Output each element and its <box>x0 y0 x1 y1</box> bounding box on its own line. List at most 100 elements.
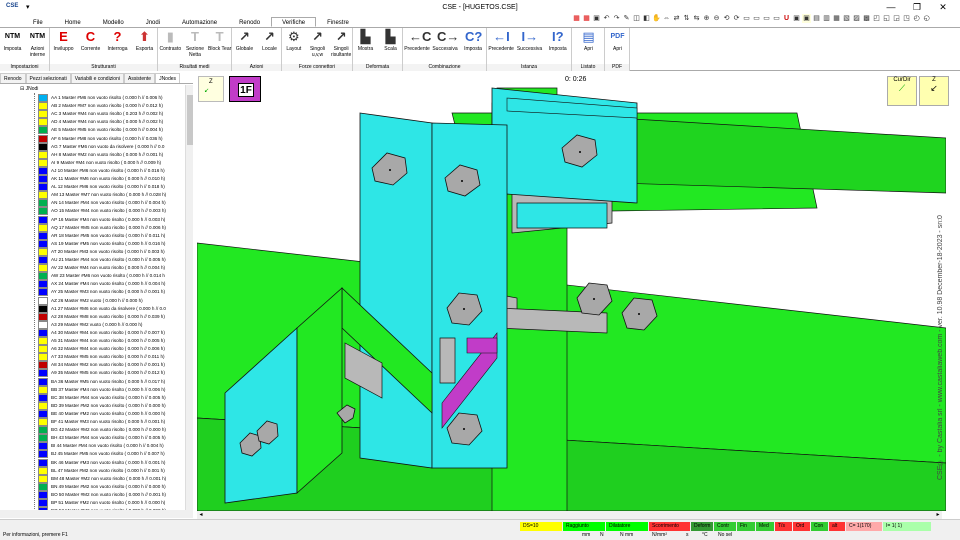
ribbon-button[interactable]: T Block Tear <box>207 29 232 52</box>
left-tab[interactable]: Renodo <box>0 73 26 83</box>
ribbon-button[interactable]: ←C Precedente <box>403 29 431 52</box>
tab-home[interactable]: Home <box>54 17 92 27</box>
scroll-left-icon[interactable]: ◂ <box>197 511 205 519</box>
tree-item[interactable]: A6 32 Master #M4 non vuoto risolto ( 0.0… <box>38 345 185 354</box>
status-cell[interactable]: DS=10 <box>520 522 562 531</box>
tree-item[interactable]: A5 31 Master #M4 non vuoto risolto ( 0.0… <box>38 337 185 346</box>
status-cell[interactable]: T/s <box>775 522 792 531</box>
status-cell[interactable]: Med <box>756 522 774 531</box>
left-tab[interactable]: JNodes <box>155 73 181 83</box>
ribbon-button[interactable]: C→ Successiva <box>431 29 459 52</box>
tree-item[interactable]: AM 13 Master #M7 non vuoto risolto ( 0.0… <box>38 191 185 200</box>
status-cell[interactable]: Raggiunto <box>563 522 605 531</box>
ribbon-button[interactable]: T Sezione Netta <box>183 29 208 58</box>
ribbon-button[interactable]: ▙ Mostra <box>353 29 378 52</box>
status-cell[interactable]: Dilatatore <box>606 522 648 531</box>
tree-item[interactable]: AA 1 Master #M6 non vuoto risolto ( 0.00… <box>38 94 185 103</box>
tree-item[interactable]: BK 46 Master #M3 non vuoto risolto ( 0.0… <box>38 458 185 467</box>
tree-item[interactable]: BF 41 Master #M3 non vuoto risolto ( 0.0… <box>38 418 185 427</box>
ribbon-button[interactable]: NTM Imposta <box>0 29 25 52</box>
3d-viewport[interactable] <box>197 73 946 511</box>
tree-item[interactable]: BJ 45 Master #M5 non vuoto risolto ( 0.0… <box>38 450 185 459</box>
tree-item[interactable]: BN 49 Master #M2 non vuoto risolto ( 0.0… <box>38 482 185 491</box>
tree-item[interactable]: A2 28 Master #M8 non vuoto risolto ( 0.0… <box>38 312 185 321</box>
tree-item[interactable]: AB 2 Master #M7 non vuoto risolto ( 0.00… <box>38 102 185 111</box>
tab-automazione[interactable]: Automazione <box>171 17 228 27</box>
tab-modello[interactable]: Modello <box>92 17 135 27</box>
tree-item[interactable]: AO 15 Master #M4 non vuoto risolto ( 0.0… <box>38 207 185 216</box>
tree-item[interactable]: AF 6 Master #M8 non vuoto risolto ( 0.00… <box>38 134 185 143</box>
tree-item[interactable]: AI 9 Master #M4 non vuoto risolto ( 0.00… <box>38 158 185 167</box>
tree-item[interactable]: AX 24 Master #M4 non vuoto risolto ( 0.0… <box>38 280 185 289</box>
tree-item[interactable]: A9 35 Master #M5 non vuoto risolto ( 0.0… <box>38 369 185 378</box>
tree-item[interactable]: A7 33 Master #M5 non vuoto risolto ( 0.0… <box>38 353 185 362</box>
ribbon-button[interactable]: I? Imposta <box>544 29 572 52</box>
left-tab[interactable]: Assistente <box>123 73 156 83</box>
ribbon-button[interactable]: PDF Apri <box>605 29 630 52</box>
left-tab[interactable]: Variabili e condizioni <box>70 73 124 83</box>
tree-item[interactable]: AG 7 Master #M6 non vuoto da risolvere (… <box>38 142 185 151</box>
tree-item[interactable]: AU 21 Master #M4 non vuoto risolto ( 0.0… <box>38 256 185 265</box>
status-cell[interactable]: C= 1(170) <box>846 522 882 531</box>
tree-item[interactable]: AS 19 Master #M5 non vuoto risolto ( 0.0… <box>38 239 185 248</box>
tree-item[interactable]: AZ 26 Master #M2 vuoto ( 0.000 h // 0.00… <box>38 296 185 305</box>
tree-item[interactable]: A4 30 Master #M4 non vuoto risolto ( 0.0… <box>38 328 185 337</box>
tab-renodo[interactable]: Renodo <box>228 17 271 27</box>
scroll-thumb[interactable] <box>187 95 193 145</box>
tree-item[interactable]: AC 3 Master #M4 non vuoto risolto ( 0.20… <box>38 110 185 119</box>
status-cell[interactable]: Fin <box>737 522 755 531</box>
tree-item[interactable]: AP 16 Master #M4 non vuoto risolto ( 0.0… <box>38 215 185 224</box>
jnodes-tree[interactable]: ⊟ JNodi AA 1 Master #M6 non vuoto risolt… <box>0 85 185 510</box>
tree-item[interactable]: BD 39 Master #M2 non vuoto risolto ( 0.0… <box>38 401 185 410</box>
ribbon-button[interactable]: E Inviluppo <box>50 29 77 52</box>
tree-item[interactable]: BP 51 Master #M2 non vuoto risolto ( 0.0… <box>38 499 185 508</box>
tree-item[interactable]: AK 11 Master #M6 non vuoto risolto ( 0.0… <box>38 175 185 184</box>
tree-item[interactable]: AL 12 Master #M6 non vuoto risolto ( 0.0… <box>38 183 185 192</box>
tab-finestre[interactable]: Finestre <box>316 17 360 27</box>
ribbon-button[interactable]: ↗ Singoli u,v,w <box>306 29 330 58</box>
ribbon-button[interactable]: ▮ Contrasto <box>158 29 183 52</box>
tree-item[interactable]: BL 47 Master #M2 non vuoto risolto ( 0.0… <box>38 466 185 475</box>
z-indicator[interactable]: Z ↙ <box>919 76 949 106</box>
tab-file[interactable]: File <box>22 17 54 27</box>
curdir-indicator[interactable]: CurDir ⟋ <box>887 76 917 106</box>
close-button[interactable]: ✕ <box>932 2 954 13</box>
ribbon-button[interactable]: I→ Successiva <box>515 29 543 52</box>
ribbon-button[interactable]: ? Interroga <box>104 29 131 52</box>
tree-item[interactable]: BC 38 Master #M4 non vuoto risolto ( 0.0… <box>38 393 185 402</box>
ribbon-button[interactable]: C Corrente <box>77 29 104 52</box>
status-cell[interactable]: Scorrimento <box>649 522 690 531</box>
tree-root[interactable]: ⊟ JNodi <box>20 86 38 92</box>
minimize-button[interactable]: — <box>880 2 902 12</box>
tree-item[interactable]: AQ 17 Master #M5 non vuoto risolto ( 0.0… <box>38 223 185 232</box>
status-cell[interactable]: Ord <box>793 522 810 531</box>
tree-item[interactable]: A8 34 Master #M2 non vuoto risolto ( 0.0… <box>38 361 185 370</box>
status-cell[interactable]: I= 1( 1) <box>883 522 931 531</box>
tree-item[interactable]: AV 22 Master #M4 non vuoto risolto ( 0.0… <box>38 264 185 273</box>
tree-item[interactable]: AD 4 Master #M4 non vuoto risolto ( 0.00… <box>38 118 185 127</box>
tree-item[interactable]: BM 48 Master #M2 non vuoto risolto ( 0.0… <box>38 474 185 483</box>
left-tab[interactable]: Pezzi selezionati <box>25 73 71 83</box>
viewport-hscrollbar[interactable]: ◂ ▸ <box>197 511 942 519</box>
tree-item[interactable]: A1 27 Master #M6 non vuoto da risolvere … <box>38 304 185 313</box>
tree-item[interactable]: BO 50 Master #M2 non vuoto risolto ( 0.0… <box>38 490 185 499</box>
tree-item[interactable]: AW 23 Master #M6 non vuoto risolto ( 0.0… <box>38 272 185 281</box>
ribbon-button[interactable]: ▤ Apri <box>572 29 605 52</box>
ribbon-button[interactable]: NTM Azioni interne <box>25 29 50 58</box>
tree-item[interactable]: BA 36 Master #M5 non vuoto risolto ( 0.0… <box>38 377 185 386</box>
tree-item[interactable]: BE 40 Master #M2 non vuoto risolto ( 0.0… <box>38 409 185 418</box>
tree-item[interactable]: BG 42 Master #M2 non vuoto risolto ( 0.0… <box>38 426 185 435</box>
status-cell[interactable]: alt <box>829 522 845 531</box>
ribbon-button[interactable]: ↗ Globale <box>232 29 257 52</box>
scroll-right-icon[interactable]: ▸ <box>934 511 942 519</box>
tree-item[interactable]: AY 25 Master #M3 non vuoto risolto ( 0.0… <box>38 288 185 297</box>
tree-item[interactable]: BH 43 Master #M4 non vuoto risolto ( 0.0… <box>38 434 185 443</box>
tree-item[interactable]: A3 29 Master #M2 vuoto ( 0.000 h // 0.00… <box>38 320 185 329</box>
tree-item[interactable]: AJ 10 Master #M6 non vuoto risolto ( 0.0… <box>38 166 185 175</box>
tree-item[interactable]: BI 44 Master #M4 non vuoto risolto ( 0.0… <box>38 442 185 451</box>
tree-item[interactable]: BB 37 Master #M4 non vuoto risolto ( 0.0… <box>38 385 185 394</box>
tree-item[interactable]: AH 8 Master #M2 non vuoto risolto ( 0.00… <box>38 150 185 159</box>
connection-model[interactable] <box>197 73 946 511</box>
tab-jnodi[interactable]: Jnodi <box>135 17 171 27</box>
ribbon-button[interactable]: ▙ Scala <box>378 29 403 52</box>
